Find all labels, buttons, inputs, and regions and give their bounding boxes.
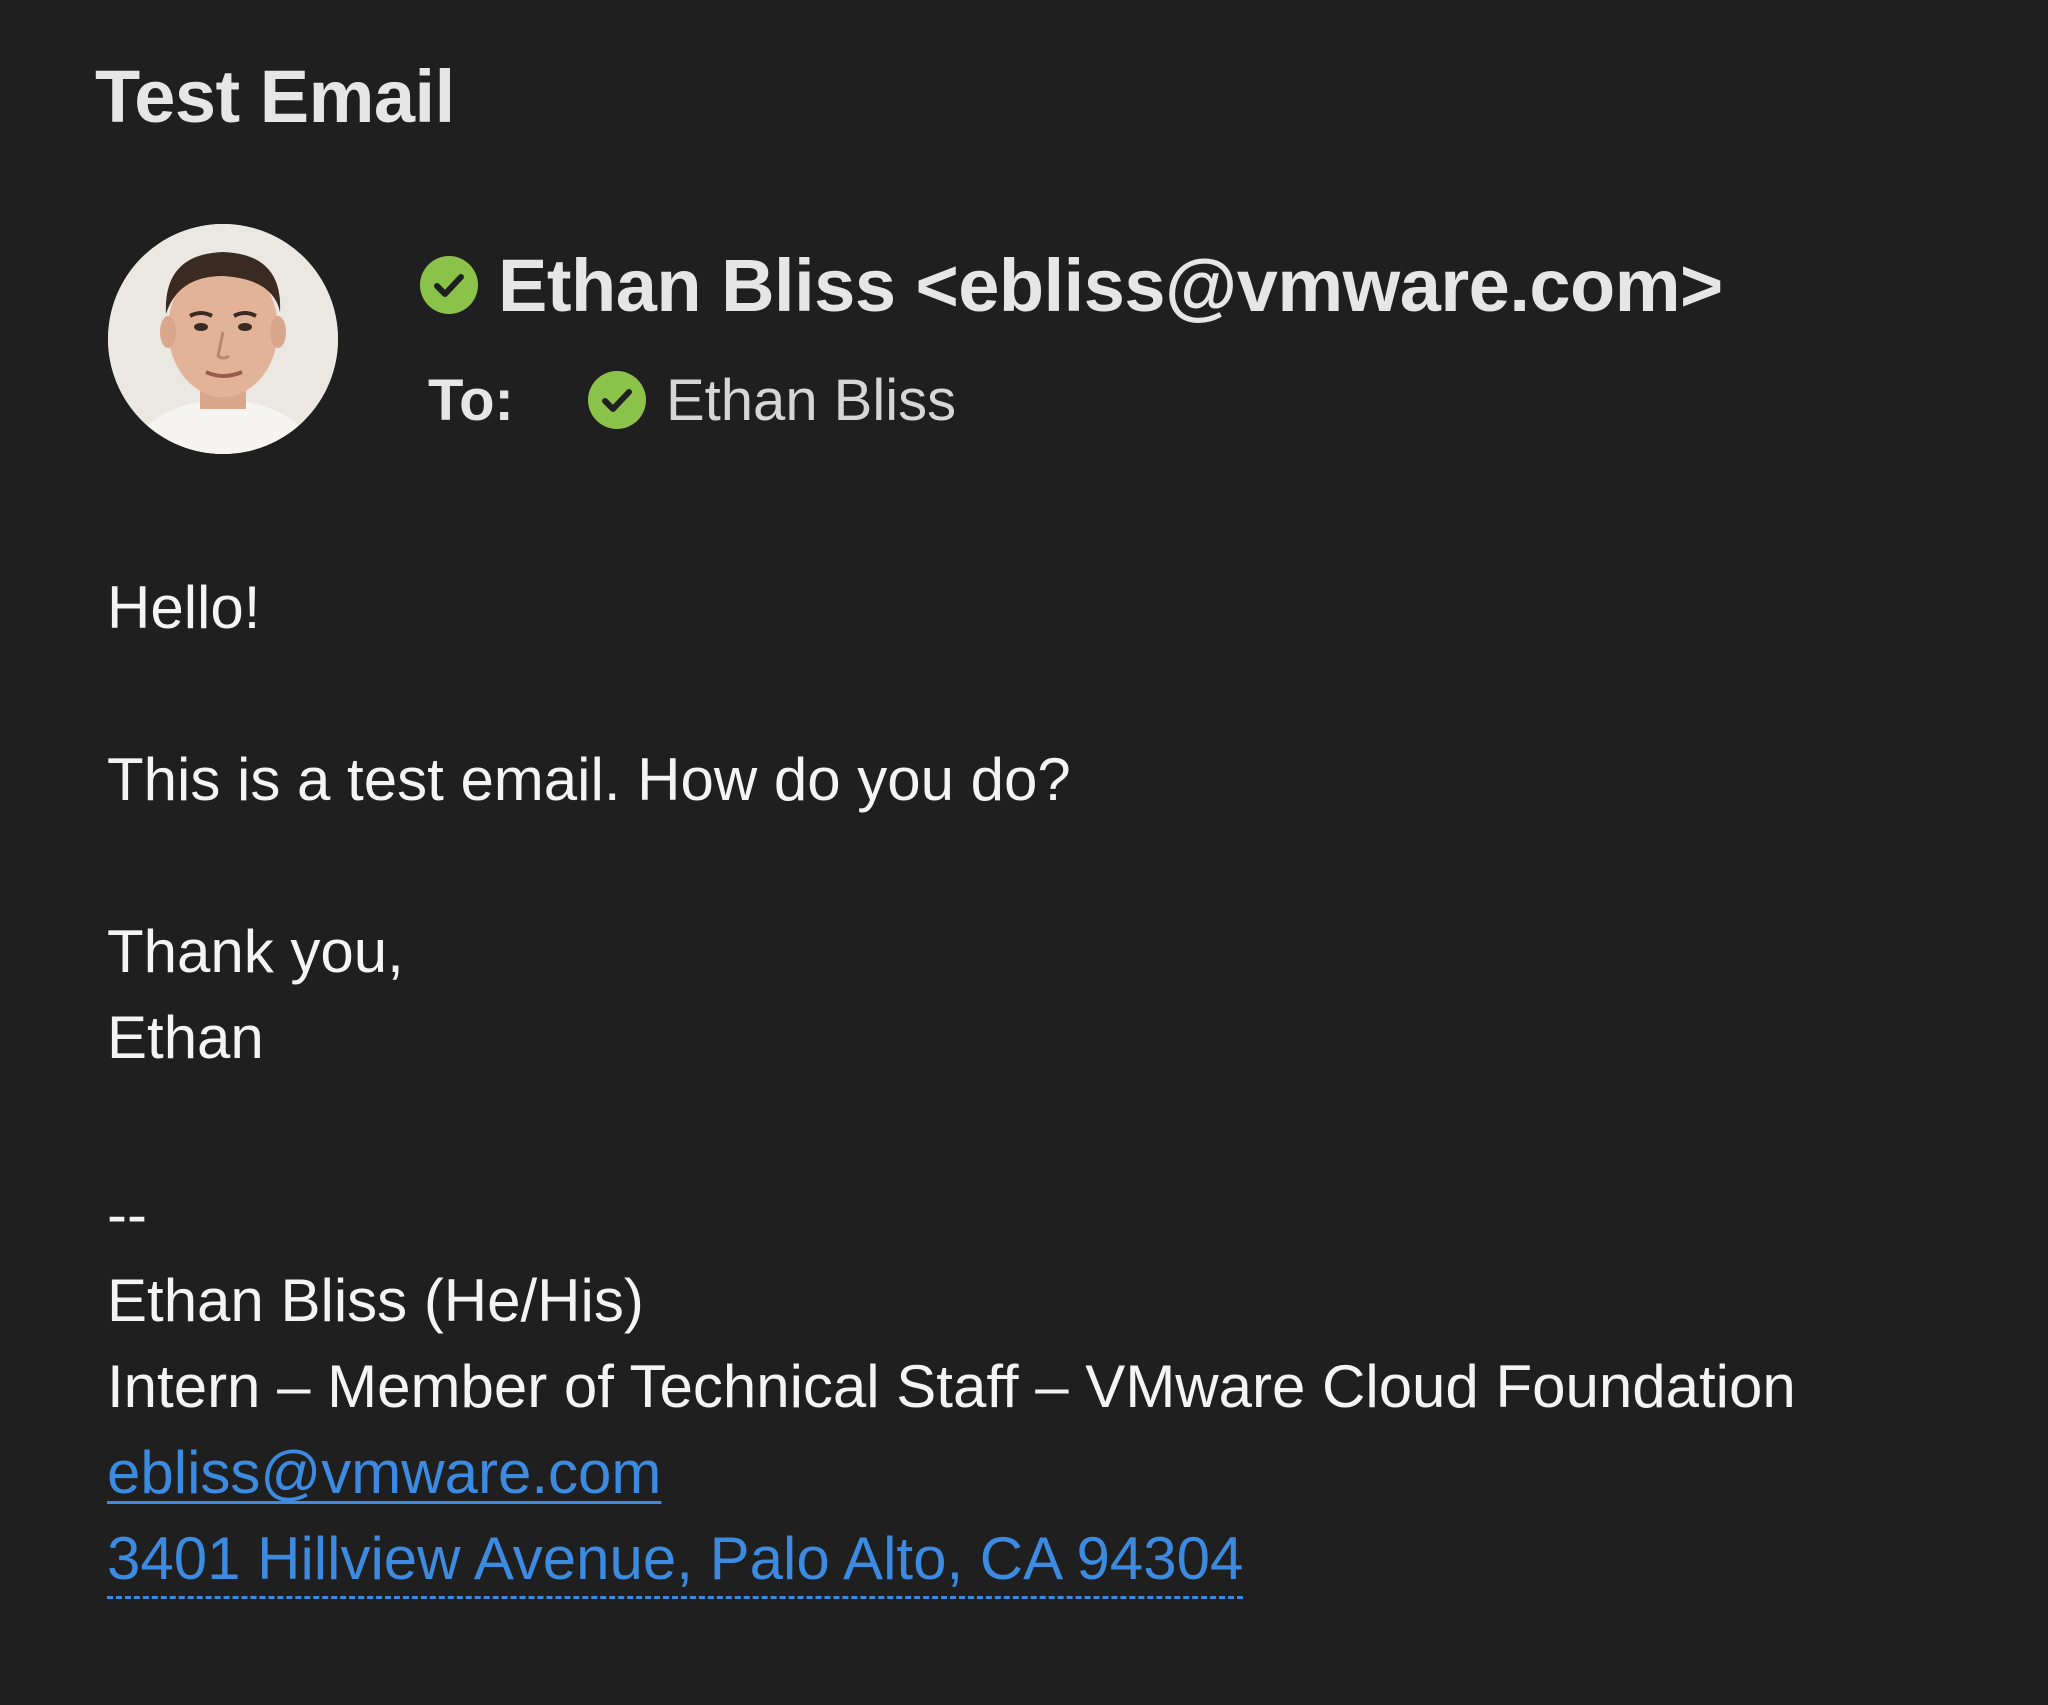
signature-title: Intern – Member of Technical Staff – VMw… <box>107 1353 1796 1420</box>
to-label: To: <box>428 367 514 433</box>
recipient-name[interactable]: Ethan Bliss <box>666 367 956 434</box>
email-subject: Test Email <box>95 55 455 138</box>
email-signature: -- Ethan Bliss (He/His) Intern – Member … <box>107 1172 1796 1602</box>
check-circle-icon <box>588 371 646 429</box>
signature-separator: -- <box>107 1181 147 1248</box>
sender-first-name: Ethan <box>107 1004 264 1071</box>
closing-text: Thank you, <box>107 918 404 985</box>
to-row: To: Ethan Bliss <box>428 360 956 440</box>
avatar[interactable] <box>108 224 338 454</box>
signature-email-row: ebliss@vmware.com <box>107 1430 1796 1516</box>
email-body: Hello! This is a test email. How do you … <box>107 565 1071 1081</box>
from-row: Ethan Bliss <ebliss@vmware.com> <box>420 240 1723 330</box>
signature-email-link[interactable]: ebliss@vmware.com <box>107 1439 661 1506</box>
signature-address-link[interactable]: 3401 Hillview Avenue, Palo Alto, CA 9430… <box>107 1525 1244 1599</box>
sender-address[interactable]: Ethan Bliss <ebliss@vmware.com> <box>498 243 1723 328</box>
greeting-text: Hello! <box>107 574 261 641</box>
signature-address-row: 3401 Hillview Avenue, Palo Alto, CA 9430… <box>107 1516 1796 1602</box>
message-text: This is a test email. How do you do? <box>107 746 1071 813</box>
signature-name: Ethan Bliss (He/His) <box>107 1267 644 1334</box>
check-circle-icon <box>420 256 478 314</box>
